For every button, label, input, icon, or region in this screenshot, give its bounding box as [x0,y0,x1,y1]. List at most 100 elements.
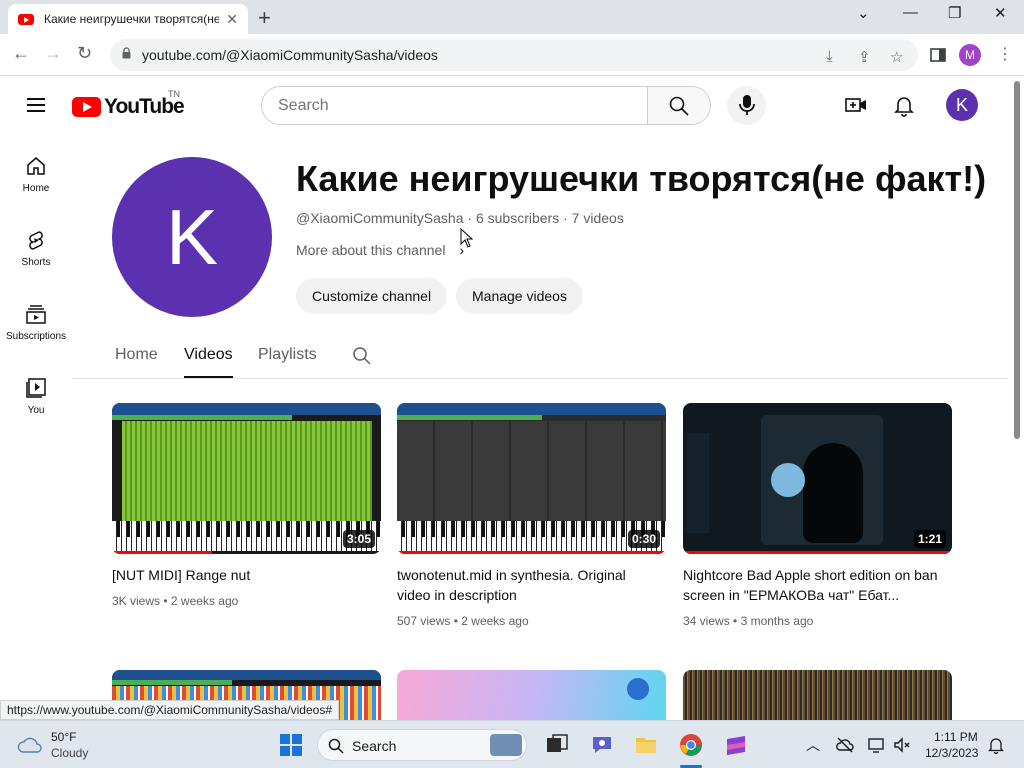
subscriber-count: 6 subscribers [475,210,560,226]
progress-strip [112,415,292,420]
taskbar-search-box[interactable]: Search [317,729,527,761]
meta-separator: · [467,210,476,226]
minimize-icon[interactable]: — [903,4,918,21]
channel-name: Какие неигрушечки творятся(не факт!) [296,158,987,199]
video-thumbnail[interactable]: 0:30 [397,403,666,554]
video-thumbnail[interactable]: 3:05 [112,403,381,554]
cloud-offline-icon[interactable] [836,736,854,754]
new-tab-icon[interactable]: + [258,5,271,31]
youtube-favicon-icon [18,13,34,25]
windows-start-icon[interactable] [279,733,303,757]
channel-avatar[interactable]: K [112,157,272,317]
back-icon[interactable]: ← [12,43,30,64]
sidebar-item-you[interactable]: You [0,377,72,416]
show-hidden-icons-chevron-icon[interactable]: ︿ [806,735,820,755]
video-title[interactable]: [NUT MIDI] Range nut [112,565,372,585]
file-explorer-icon[interactable] [634,733,658,757]
video-meta: 507 views • 2 weeks ago [397,614,529,628]
clock-time[interactable]: 1:11 PM [934,730,978,744]
note-area [397,421,666,521]
task-view-icon[interactable] [545,733,569,757]
sidebar-item-shorts[interactable]: Shorts [0,229,72,268]
clipchamp-icon[interactable] [724,733,748,757]
url-text[interactable]: youtube.com/@XiaomiCommunitySasha/videos [142,47,438,63]
note-stream [122,421,372,521]
search-input[interactable] [262,87,648,124]
cloudy-weather-icon[interactable] [16,733,44,755]
view-count: 34 views [683,614,730,628]
search-highlight-icon [490,734,522,756]
active-tab-indicator [184,376,233,378]
round-badge [771,463,805,497]
sidebar-item-home[interactable]: Home [0,155,72,194]
volume-muted-icon[interactable] [893,736,911,754]
restore-icon[interactable]: ❐ [948,4,961,22]
tab-videos[interactable]: Videos [184,346,233,364]
search-button[interactable] [647,87,710,124]
page-scrollbar[interactable] [1010,76,1024,720]
region-code: TN [168,89,180,99]
synthesia-toolbar [397,403,666,415]
clock-date[interactable]: 12/3/2023 [925,746,978,760]
weather-temperature[interactable]: 50°F [51,730,76,744]
omnibox[interactable]: youtube.com/@XiaomiCommunitySasha/videos… [110,39,918,71]
install-icon[interactable]: ⤓ [826,48,833,65]
progress-strip [112,680,232,685]
account-avatar[interactable]: K [946,89,978,121]
profile-avatar[interactable]: M [959,44,981,66]
display-network-icon[interactable] [868,736,886,754]
tab-playlists[interactable]: Playlists [258,346,317,364]
more-about-channel-link[interactable]: More about this channel › [296,242,464,258]
progress-strip [397,415,542,420]
meta-dot: • [163,594,171,608]
status-url-tooltip: https://www.youtube.com/@XiaomiCommunity… [0,700,339,720]
teams-chat-icon[interactable] [590,733,614,757]
menu-hamburger-icon[interactable] [27,98,45,112]
weather-condition[interactable]: Cloudy [51,746,88,760]
create-video-icon[interactable] [844,93,868,117]
share-icon[interactable]: ⇪ [858,48,871,66]
video-count: 7 videos [571,210,624,226]
notification-bell-icon[interactable] [988,736,1004,754]
scrollbar-thumb[interactable] [1014,81,1020,439]
voice-search-button[interactable] [727,86,766,125]
browser-menu-icon[interactable]: ⋮ [997,44,1013,64]
video-thumbnail[interactable]: 1:21 [683,403,952,554]
microphone-icon [739,95,755,115]
video-title[interactable]: twonotenut.mid in synthesia. Original vi… [397,565,657,605]
manage-videos-button[interactable]: Manage videos [456,278,583,314]
sidebar-item-label: Home [22,183,50,194]
black-keys [112,521,381,537]
duration-badge: 1:21 [913,530,946,548]
watch-progress [112,551,212,554]
tab-home[interactable]: Home [115,346,158,364]
channel-handle[interactable]: @XiaomiCommunitySasha [296,210,464,226]
video-title[interactable]: Nightcore Bad Apple short edition on ban… [683,565,943,605]
view-count: 507 views [397,614,451,628]
video-thumbnail[interactable] [683,670,952,720]
view-count: 3K views [112,594,161,608]
upload-age: 2 weeks ago [170,594,239,608]
reload-icon[interactable]: ↻ [77,43,92,64]
bookmark-star-icon[interactable]: ☆ [890,48,903,66]
youtube-logo[interactable]: YouTube TN [72,89,185,119]
duration-badge: 3:05 [342,530,375,548]
tab-search-chevron-icon[interactable]: ⌄ [857,4,870,22]
notifications-bell-icon[interactable] [892,93,916,117]
sidebar-item-subscriptions[interactable]: Subscriptions [0,303,72,342]
channel-tabs: Home Videos Playlists [72,334,1008,379]
browser-tab[interactable]: Какие неигрушечки творятся(не факт!) ✕ [8,4,248,34]
side-panel-icon[interactable] [930,47,946,63]
sidebar-item-label: Subscriptions [5,331,67,342]
close-window-icon[interactable]: ✕ [994,4,1007,22]
customize-channel-button[interactable]: Customize channel [296,278,448,314]
you-icon [26,378,46,398]
forward-icon[interactable]: → [44,43,62,64]
chrome-icon[interactable] [679,733,703,757]
channel-search-icon[interactable] [352,346,372,366]
close-tab-icon[interactable]: ✕ [226,11,238,28]
address-bar: ← → ↻ youtube.com/@XiaomiCommunitySasha/… [0,34,1024,76]
kinemaster-logo [627,678,649,700]
video-thumbnail[interactable] [397,670,666,720]
upload-age: 3 months ago [740,614,814,628]
